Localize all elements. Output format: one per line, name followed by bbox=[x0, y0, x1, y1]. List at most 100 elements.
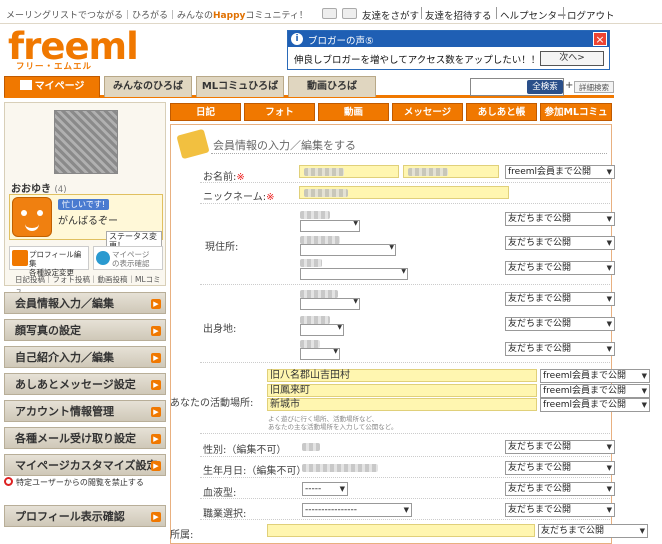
banner-title: ブロガーの声⑤ bbox=[288, 31, 609, 47]
link-invite-friends[interactable]: 友達を招待する bbox=[425, 8, 492, 22]
tab-ml-community-plaza[interactable]: MLコミュひろば bbox=[196, 76, 284, 97]
block-icon bbox=[4, 477, 13, 486]
tab-video-plaza[interactable]: 動画ひろば bbox=[288, 76, 376, 97]
avatar[interactable] bbox=[54, 110, 118, 174]
menu-photo-settings[interactable]: 顔写真の設定 ▶ bbox=[4, 319, 166, 341]
tab-video[interactable]: 動画 bbox=[318, 103, 389, 121]
menu-account[interactable]: アカウント情報管理 ▶ bbox=[4, 400, 166, 422]
belong-visibility-select[interactable]: 友だちまで公開 bbox=[538, 524, 648, 538]
birthday-visibility-select[interactable]: 友だちまで公開 bbox=[505, 461, 615, 475]
sub-tabs: 日記 フォト 動画 メッセージ あしあと帳 参加MLコミュ bbox=[170, 103, 612, 121]
blurred-label bbox=[300, 290, 338, 298]
status-badge: 忙しいです! bbox=[58, 199, 109, 210]
activity-visibility-3[interactable]: freeml会員まで公開 bbox=[540, 398, 650, 412]
first-name-input[interactable] bbox=[403, 165, 499, 178]
block-users-link[interactable]: 特定ユーザーからの閲覧を禁止する bbox=[16, 477, 144, 488]
label-activity: あなたの活動場所: bbox=[170, 398, 254, 409]
blood-type-select[interactable]: ----- bbox=[302, 482, 348, 496]
tab-mypage[interactable]: マイページ bbox=[4, 76, 100, 97]
residence-visibility-3[interactable]: 友だちまで公開 bbox=[505, 261, 615, 275]
nickname-input[interactable] bbox=[299, 186, 509, 199]
job-select[interactable]: ---------------- bbox=[302, 503, 412, 517]
blurred-label bbox=[300, 316, 330, 324]
menu-self-intro[interactable]: 自己紹介入力／編集 ▶ bbox=[4, 346, 166, 368]
divider bbox=[200, 182, 610, 183]
activity-visibility-2[interactable]: freeml会員まで公開 bbox=[540, 384, 650, 398]
home-icon bbox=[19, 80, 32, 90]
tab-photo[interactable]: フォト bbox=[244, 103, 315, 121]
activity-input-2[interactable]: 旧鳳来町 bbox=[267, 384, 537, 397]
profile-name[interactable]: おおゆき (4) bbox=[11, 180, 67, 195]
birthplace-visibility-2[interactable]: 友だちまで公開 bbox=[505, 317, 615, 331]
profile-edit-button[interactable]: プロフィール編集 各種設定変更 bbox=[9, 246, 89, 277]
activity-visibility-1[interactable]: freeml会員まで公開 bbox=[540, 369, 650, 383]
label-name: お名前:※ bbox=[203, 172, 245, 183]
arrow-right-icon: ▶ bbox=[151, 407, 161, 417]
divider bbox=[200, 284, 610, 285]
mypage-view-button[interactable]: マイページ の表示確認 bbox=[93, 246, 163, 270]
menu-footprint-message[interactable]: あしあとメッセージ設定 ▶ bbox=[4, 373, 166, 395]
profile-card: おおゆき (4) 忙しいです! がんばるぞー ステータス変更！ プロフィール編集… bbox=[4, 102, 166, 295]
blurred-label bbox=[300, 236, 340, 244]
belong-input[interactable] bbox=[267, 524, 535, 537]
menu-member-info[interactable]: 会員情報入力／編集 ▶ bbox=[4, 292, 166, 314]
label-birthday: 生年月日:（編集不可） bbox=[203, 466, 307, 477]
divider bbox=[211, 153, 607, 154]
tab-joined-ml[interactable]: 参加MLコミュ bbox=[540, 103, 612, 121]
search-all-button[interactable]: 全検索 bbox=[527, 80, 563, 94]
advanced-search-button[interactable]: 詳細検索 bbox=[574, 81, 614, 93]
banner-message[interactable]: 伸良しブロガーを増やしてアクセス数をアップしたい！！ bbox=[294, 52, 540, 66]
arrow-right-icon: ▶ bbox=[151, 434, 161, 444]
divider bbox=[496, 7, 497, 19]
menu-mail-settings[interactable]: 各種メール受け取り設定 ▶ bbox=[4, 427, 166, 449]
mail-icon[interactable] bbox=[322, 8, 337, 19]
menu-mypage-customize[interactable]: マイページカスタマイズ設定 ▶ bbox=[4, 454, 166, 476]
menu-profile-preview[interactable]: プロフィール表示確認 ▶ bbox=[4, 505, 166, 527]
birthplace-city-select[interactable] bbox=[300, 324, 344, 336]
divider bbox=[200, 456, 610, 457]
tab-diary[interactable]: 日記 bbox=[170, 103, 241, 121]
status-box: 忙しいです! がんばるぞー ステータス変更！ bbox=[9, 194, 163, 251]
link-logout[interactable]: ログアウト bbox=[567, 8, 615, 22]
label-birthplace: 出身地: bbox=[203, 324, 237, 335]
arrow-right-icon: ▶ bbox=[151, 326, 161, 336]
arrow-right-icon: ▶ bbox=[151, 512, 161, 522]
blurred-label bbox=[300, 211, 330, 219]
gender-value bbox=[302, 443, 320, 451]
residence-town-select[interactable] bbox=[300, 268, 408, 280]
blurred-label bbox=[300, 259, 322, 267]
residence-visibility-1[interactable]: 友だちまで公開 bbox=[505, 212, 615, 226]
tab-footprints[interactable]: あしあと帳 bbox=[466, 103, 537, 121]
last-name-input[interactable] bbox=[299, 165, 399, 178]
tagline: メーリングリストでつながる｜ひろがる｜みんなのHappyコミュニティ！ bbox=[6, 11, 308, 21]
birthplace-visibility-3[interactable]: 友だちまで公開 bbox=[505, 342, 615, 356]
job-visibility-select[interactable]: 友だちまで公開 bbox=[505, 503, 615, 517]
birthday-value bbox=[302, 464, 378, 472]
link-help-center[interactable]: ヘルプセンター bbox=[500, 8, 567, 22]
next-button[interactable]: 次へ> bbox=[540, 51, 604, 66]
name-visibility-select[interactable]: freeml会員まで公開 bbox=[505, 165, 615, 179]
tab-everyone-plaza[interactable]: みんなのひろば bbox=[104, 76, 192, 97]
link-find-friends[interactable]: 友達をさがす bbox=[362, 8, 419, 22]
status-message: がんばるぞー bbox=[58, 216, 118, 227]
tab-message[interactable]: メッセージ bbox=[392, 103, 463, 121]
close-icon[interactable]: × bbox=[593, 32, 607, 46]
residence-visibility-2[interactable]: 友だちまで公開 bbox=[505, 236, 615, 250]
divider bbox=[200, 519, 610, 520]
bell-icon[interactable] bbox=[342, 8, 357, 19]
activity-input-3[interactable]: 新城市 bbox=[267, 398, 537, 411]
birthplace-prefecture-select[interactable] bbox=[300, 298, 360, 310]
edit-icon bbox=[12, 250, 28, 266]
residence-prefecture-select[interactable] bbox=[300, 220, 360, 232]
label-belong: 所属: bbox=[170, 530, 194, 541]
gender-visibility-select[interactable]: 友だちまで公開 bbox=[505, 440, 615, 454]
divider bbox=[200, 433, 610, 434]
birthplace-town-select[interactable] bbox=[300, 348, 340, 360]
birthplace-visibility-1[interactable]: 友だちまで公開 bbox=[505, 292, 615, 306]
divider bbox=[200, 498, 610, 499]
blood-visibility-select[interactable]: 友だちまで公開 bbox=[505, 482, 615, 496]
residence-city-select[interactable] bbox=[300, 244, 396, 256]
divider bbox=[563, 7, 564, 19]
activity-input-1[interactable]: 旧八名郡山吉田村 bbox=[267, 369, 537, 382]
divider bbox=[200, 477, 610, 478]
